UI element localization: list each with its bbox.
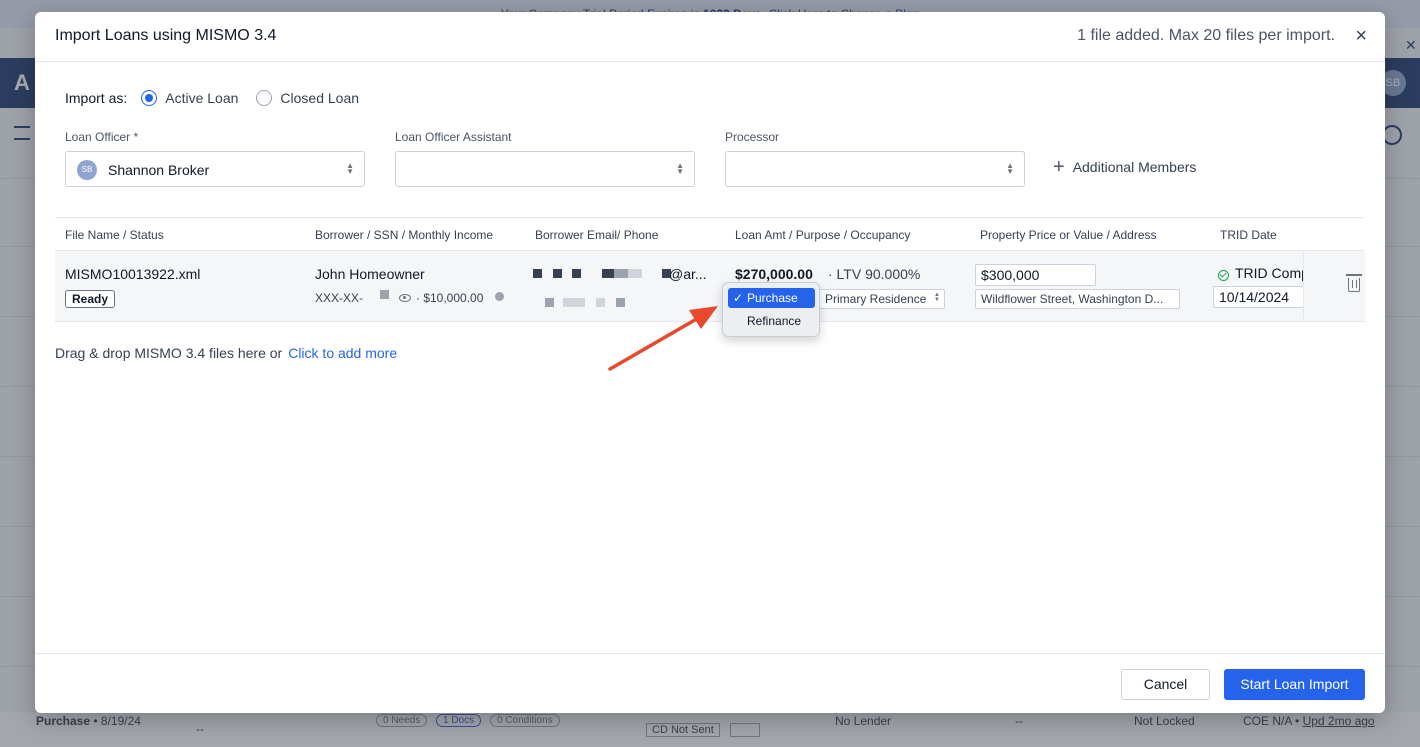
borrower-name: John Homeowner [315,266,425,282]
redacted-block [533,269,542,278]
file-name: MISMO10013922.xml [65,266,201,282]
import-loans-modal: Import Loans using MISMO 3.4 1 file adde… [35,12,1385,713]
avatar: SB [77,160,97,180]
loan-officer-value: Shannon Broker [108,162,210,178]
menu-item-refinance[interactable]: Refinance [728,311,815,331]
column-header: TRID Date [1220,228,1277,242]
info-icon[interactable] [495,292,504,301]
cancel-button[interactable]: Cancel [1121,669,1210,700]
column-header: Loan Amt / Purpose / Occupancy [735,228,911,242]
add-more-link[interactable]: Click to add more [288,345,397,361]
processor-label: Processor [725,130,780,144]
redacted-block [572,269,581,278]
modal-footer: Cancel Start Loan Import [35,653,1385,713]
file-drop-zone[interactable]: Drag & drop MISMO 3.4 files here or Click… [55,345,397,361]
additional-members-button[interactable]: + Additional Members [1053,156,1197,178]
redacted-block [380,290,389,299]
purpose-dropdown-menu: ✓ Purchase Refinance [722,282,820,337]
radio-closed-loan[interactable]: Closed Loan [256,90,359,106]
additional-members-label: Additional Members [1072,159,1197,175]
table-header: File Name / Status Borrower / SSN / Mont… [55,217,1365,251]
assistant-label: Loan Officer Assistant [395,130,512,144]
import-as-label: Import as: [65,90,128,106]
trid-date-value: 10/14/2024 [1219,289,1290,305]
property-price-input[interactable]: $300,000 [975,264,1096,286]
column-header: Borrower Email/ Phone [535,228,659,242]
assistant-select[interactable]: ▲ ▼ [395,151,695,187]
radio-active-loan[interactable]: Active Loan [141,90,238,106]
radio-selected-icon[interactable] [141,90,158,106]
radio-unselected-icon[interactable] [256,90,273,106]
status-badge: Ready [65,290,116,308]
redacted-block [596,298,605,307]
occupancy-select[interactable]: Primary Residence ▲ ▼ [818,289,945,309]
modal-header: Import Loans using MISMO 3.4 1 file adde… [35,12,1385,62]
column-header: Borrower / SSN / Monthly Income [315,228,494,242]
check-circle-icon [1218,270,1229,281]
select-caret-icon: ▲ ▼ [1006,161,1014,176]
select-caret-icon: ▲ ▼ [676,161,684,176]
menu-item-label: Purchase [747,291,798,305]
redacted-block [553,269,562,278]
ltv-value: · LTV 90.000% [828,266,921,282]
file-count-text: 1 file added. Max 20 files per import. [1077,27,1335,44]
property-address-value: Wildflower Street, Washington D... [981,292,1164,306]
drop-text: Drag & drop MISMO 3.4 files here or [55,345,283,361]
monthly-income: · $10,000.00 [416,291,484,305]
trid-date-input[interactable]: 10/14/2024 [1213,286,1303,308]
column-header: File Name / Status [65,228,164,242]
trash-icon[interactable] [1346,274,1362,292]
select-caret-icon: ▲ ▼ [346,161,354,176]
processor-select[interactable]: ▲ ▼ [725,151,1025,187]
redacted-block [563,298,585,307]
start-loan-import-button[interactable]: Start Loan Import [1224,669,1365,700]
plus-icon: + [1053,156,1065,178]
redacted-block [602,269,642,278]
property-price-value: $300,000 [981,267,1040,283]
modal-title: Import Loans using MISMO 3.4 [55,27,277,44]
loan-officer-select[interactable]: SB Shannon Broker ▲ ▼ [65,151,365,187]
redacted-block [545,298,554,307]
redacted-block [616,298,625,307]
column-header: Property Price or Value / Address [980,228,1157,242]
table-row: MISMO10013922.xml Ready John Homeowner X… [55,251,1365,322]
menu-item-label: Refinance [747,314,802,328]
eye-icon[interactable] [399,294,411,302]
trid-status: TRID Comp [1235,265,1303,281]
occupancy-value: Primary Residence [825,292,927,306]
loan-officer-label: Loan Officer * [65,130,139,144]
select-caret-icon: ▲ ▼ [934,292,940,303]
ssn-masked: XXX-XX- [315,291,364,305]
checkmark-icon: ✓ [733,291,744,305]
column-divider [1303,251,1304,322]
close-icon[interactable]: × [1355,24,1367,48]
loan-amount: $270,000.00 [735,266,813,282]
property-address-input[interactable]: Wildflower Street, Washington D... [975,289,1180,309]
import-as-group: Import as: Active Loan Closed Loan [65,90,367,106]
menu-item-purchase[interactable]: ✓ Purchase [728,288,815,308]
radio-label: Active Loan [165,90,239,106]
radio-label: Closed Loan [280,90,360,106]
email-suffix: @ar... [669,266,707,282]
